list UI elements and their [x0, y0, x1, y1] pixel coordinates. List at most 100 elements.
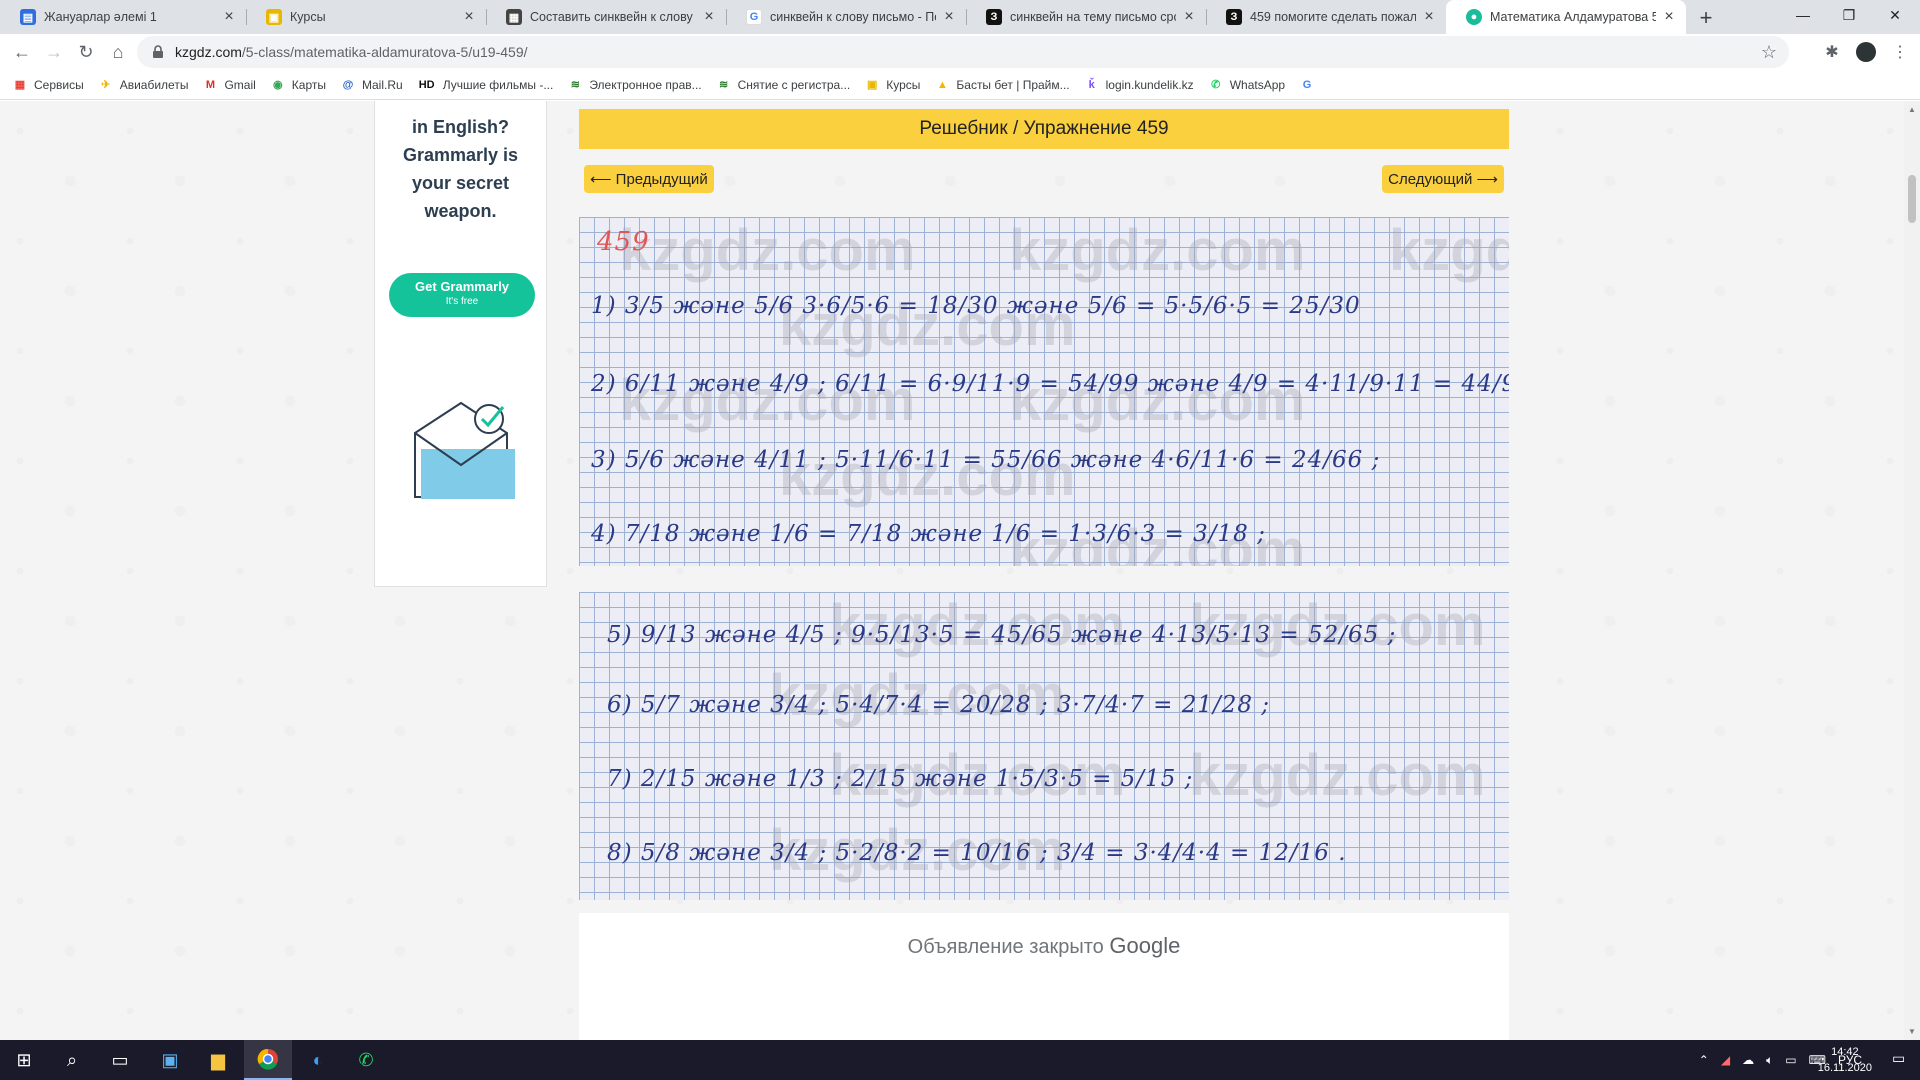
scroll-down-icon[interactable]: ▼	[1908, 1027, 1916, 1036]
close-icon[interactable]: ×	[1420, 8, 1438, 26]
solution-line: 7) 2/15 және 1/3 ; 2/15 және 1·5/3·5 = 5…	[607, 766, 1194, 792]
ad-closed-brand: Google	[1109, 933, 1181, 958]
bookmark-label: Снятие с регистра...	[737, 77, 851, 92]
bookmark-avia[interactable]: ✈ Авиабилеты	[98, 77, 188, 93]
get-grammarly-button[interactable]: Get Grammarly It's free	[389, 273, 535, 317]
bookmark-services[interactable]: ▦ Сервисы	[12, 77, 84, 93]
grammarly-ad[interactable]: in English? Grammarly is your secret wea…	[374, 101, 547, 587]
close-icon[interactable]: ×	[1660, 8, 1678, 26]
bookmark-google[interactable]: G	[1299, 77, 1321, 93]
bookmark-label: Gmail	[224, 77, 256, 92]
ad-button-sublabel: It's free	[445, 296, 479, 307]
tab-7-active[interactable]: ● Математика Алдамуратова 5 кл ×	[1446, 0, 1686, 34]
close-icon[interactable]: ×	[220, 8, 238, 26]
tab-title: Математика Алдамуратова 5 кл	[1490, 10, 1656, 24]
ad-line: in English?	[412, 117, 509, 137]
ad-line: your secret	[411, 173, 510, 193]
ad-line: Grammarly is	[402, 145, 519, 165]
avatar[interactable]	[1856, 42, 1876, 62]
bookmark-label: Лучшие фильмы -...	[442, 77, 554, 92]
network-icon[interactable]: ▭	[1785, 1053, 1796, 1067]
bookmark-gov-2[interactable]: ≋ Снятие с регистра...	[716, 77, 851, 93]
clock-date: 16.11.2020	[1817, 1062, 1872, 1074]
bookmark-star-icon[interactable]: ☆	[1761, 42, 1777, 63]
tab-title: синквейн к слову письмо - Пои	[770, 10, 936, 24]
clock-time: 14:42	[1831, 1046, 1859, 1058]
close-icon[interactable]: ×	[700, 8, 718, 26]
bookmark-gov-1[interactable]: ≋ Электронное прав...	[567, 77, 702, 93]
ad-text: in English? Grammarly is your secret wea…	[375, 101, 546, 225]
menu-icon[interactable]: ⋮	[1890, 42, 1910, 62]
tab-title: синквейн на тему письмо сроч	[1010, 10, 1176, 24]
hd-icon: HD	[418, 78, 435, 91]
back-button[interactable]: ←	[8, 38, 36, 66]
volume-icon[interactable]: 🔈︎	[1766, 1053, 1773, 1068]
watermark: kzgdz.com	[619, 218, 916, 283]
yellow-icon: ▣	[867, 79, 878, 91]
google-icon: G	[1302, 78, 1312, 91]
tab-5[interactable]: З синквейн на тему письмо сроч ×	[966, 0, 1206, 34]
close-icon[interactable]: ×	[1180, 8, 1198, 26]
whatsapp-icon[interactable]: ✆	[342, 1040, 390, 1080]
tab-title: Жануарлар әлемі 1	[44, 10, 157, 24]
bookmarks-bar: ▦ Сервисы ✈ Авиабилеты M Gmail ◉ Карты @ Mail…	[0, 70, 1920, 100]
app-window-icon[interactable]: ▣	[146, 1040, 194, 1080]
url-text[interactable]: kzgdz.com/5-class/matematika-aldamuratov…	[175, 44, 528, 60]
windows-start-icon[interactable]: ⊞	[0, 1040, 48, 1080]
plane-icon: ✈	[101, 79, 111, 91]
tab-1[interactable]: ▤ Жануарлар әлемі 1 ×	[0, 0, 246, 34]
new-tab-button[interactable]: +	[1692, 4, 1720, 32]
apps-icon: ▦	[14, 79, 26, 91]
previous-exercise-button[interactable]: ⟵ Предыдущий	[584, 165, 714, 193]
tab-4[interactable]: G синквейн к слову письмо - Пои ×	[726, 0, 966, 34]
minimize-button[interactable]: —	[1780, 0, 1826, 30]
bookmark-mailru[interactable]: @ Mail.Ru	[340, 77, 403, 93]
watermark: kzgdz.com	[1009, 218, 1306, 283]
tab-6[interactable]: З 459 помогите сделать пожалуй ×	[1206, 0, 1446, 34]
chevron-up-icon[interactable]: ⌃	[1699, 1053, 1709, 1067]
gov-icon: ≋	[719, 79, 729, 91]
lock-icon[interactable]	[151, 45, 165, 59]
page-scrollbar[interactable]: ▲ ▼	[1904, 101, 1920, 1040]
next-exercise-button[interactable]: Следующий ⟶	[1382, 165, 1504, 193]
bookmark-courses[interactable]: ▣ Курсы	[864, 77, 920, 93]
home-button[interactable]: ⌂	[104, 38, 132, 66]
notification-icon[interactable]: ▭	[1892, 1050, 1912, 1070]
solution-line: 1) 3/5 және 5/6 3·6/5·6 = 18/30 және 5/6…	[591, 293, 1361, 319]
forward-button[interactable]: →	[40, 38, 68, 66]
bookmark-films[interactable]: HD Лучшие фильмы -...	[417, 77, 554, 93]
onedrive-icon[interactable]: ☁	[1742, 1053, 1754, 1067]
prime-icon: ▲	[936, 78, 948, 91]
search-icon[interactable]: ⌕	[48, 1040, 96, 1080]
address-bar[interactable]: kzgdz.com/5-class/matematika-aldamuratov…	[137, 36, 1789, 68]
bookmark-kundelik[interactable]: ǩ login.kundelik.kz	[1084, 77, 1194, 93]
bookmark-label: Басты бет | Прайм...	[956, 77, 1070, 92]
maximize-button[interactable]: ❐	[1826, 0, 1872, 30]
ad-closed-text: Объявление закрыто Google	[579, 933, 1509, 959]
solution-image-1: kzgdz.com kzgdz.com kzgdz.com kzgdz.com …	[579, 217, 1509, 566]
chrome-icon[interactable]	[244, 1040, 292, 1080]
envelope-check-icon	[414, 401, 515, 499]
ad-button-label: Get Grammarly	[415, 279, 509, 294]
window-close-button[interactable]: ✕	[1872, 0, 1918, 30]
bookmark-gmail[interactable]: M Gmail	[202, 77, 256, 93]
bookmark-prime[interactable]: ▲ Басты бет | Прайм...	[934, 77, 1070, 93]
task-view-icon[interactable]: ▭	[96, 1040, 144, 1080]
edge-icon[interactable]: ◐	[294, 1040, 342, 1080]
znanija-icon: З	[1226, 9, 1242, 25]
extensions-icon[interactable]: ✱	[1822, 42, 1842, 62]
alert-icon[interactable]: ◢	[1721, 1053, 1730, 1067]
close-icon[interactable]: ×	[940, 8, 958, 26]
ad-closed-label: Объявление закрыто	[907, 936, 1104, 958]
scroll-up-icon[interactable]: ▲	[1908, 105, 1916, 114]
tab-2[interactable]: ▣ Курсы ×	[246, 0, 486, 34]
bookmark-whatsapp[interactable]: ✆ WhatsApp	[1208, 77, 1285, 93]
scroll-thumb[interactable]	[1908, 175, 1916, 223]
file-explorer-icon[interactable]: ▆	[194, 1040, 242, 1080]
close-icon[interactable]: ×	[460, 8, 478, 26]
bookmark-maps[interactable]: ◉ Карты	[270, 77, 326, 93]
reload-button[interactable]: ↻	[72, 38, 100, 66]
tab-3[interactable]: ▦ Составить синквейн к слову "Пи ×	[486, 0, 726, 34]
clock[interactable]: 14:42 16.11.2020	[1818, 1044, 1872, 1076]
znanija-icon: З	[986, 9, 1002, 25]
